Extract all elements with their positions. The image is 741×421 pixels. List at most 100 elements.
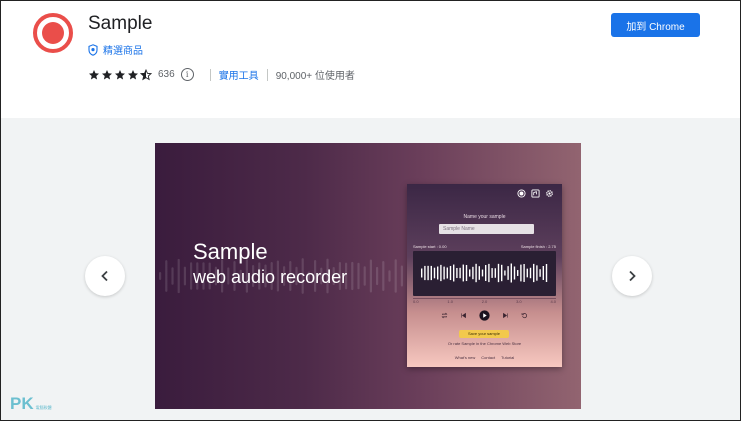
slide-subtitle: web audio recorder	[193, 267, 348, 287]
star-rating	[88, 68, 152, 81]
waveform-bar	[363, 266, 366, 286]
waveform-bar	[542, 266, 544, 280]
watermark-logo: PK 電腦軟體	[10, 395, 52, 412]
waveform-bar	[478, 266, 480, 280]
featured-badge[interactable]: 精選商品	[88, 42, 143, 57]
timeline-ruler: 0.0 1.0 2.0 3.0 4.0	[413, 298, 556, 306]
waveform-bar	[400, 265, 403, 287]
star-icon	[128, 69, 138, 79]
chevron-left-icon	[101, 270, 108, 282]
waveform-graphic	[421, 263, 548, 283]
extension-header: Sample 精選商品 636 i 實用工具 90,000+ 位使用者 加到 C…	[1, 1, 740, 118]
half-star-icon	[140, 68, 152, 80]
waveform-bar	[533, 263, 535, 283]
waveform-bar	[497, 263, 500, 283]
rating-row: 636 i 實用工具 90,000+ 位使用者	[88, 67, 355, 82]
waveform-bar	[357, 262, 360, 290]
featured-label: 精選商品	[103, 46, 143, 57]
waveform-bar	[501, 264, 503, 282]
waveform-bar	[159, 272, 162, 280]
waveform-bar	[545, 263, 548, 283]
watermark-pk: PK	[10, 394, 34, 413]
waveform-bar	[507, 266, 509, 280]
waveform-bar	[526, 268, 528, 278]
waveform-bar	[443, 266, 445, 280]
waveform-bar	[520, 264, 522, 282]
waveform-bar	[481, 269, 484, 277]
waveform-bar	[430, 265, 432, 281]
waveform-bar	[388, 270, 391, 282]
watermark-sub: 電腦軟體	[35, 405, 52, 410]
waveform-bar	[446, 267, 448, 279]
category-link[interactable]: 實用工具	[219, 67, 259, 82]
waveform-bar	[465, 264, 468, 282]
waveform-bar	[183, 266, 186, 286]
extension-title: Sample	[88, 13, 153, 34]
waveform-bar	[440, 264, 442, 282]
waveform-bar	[469, 269, 471, 277]
star-icon	[102, 69, 112, 79]
info-icon[interactable]: i	[180, 68, 194, 81]
waveform-bar	[456, 268, 458, 278]
reset-icon	[521, 313, 527, 318]
waveform-bar	[517, 270, 519, 276]
rating-count[interactable]: 636	[158, 69, 175, 80]
waveform-bar	[382, 261, 385, 291]
waveform-bar	[462, 264, 464, 282]
user-count: 90,000+ 位使用者	[275, 71, 355, 82]
waveform-display	[413, 251, 556, 296]
star-icon	[115, 69, 125, 79]
timeline-tick: 3.0	[516, 299, 522, 304]
popup-footer: What's new Contact Tutorial	[407, 355, 562, 360]
waveform-bar	[376, 266, 379, 286]
waveform-bar	[177, 258, 180, 294]
sample-name-input: Sample Name	[439, 224, 534, 234]
waveform-bar	[529, 267, 532, 279]
gallery-next-button[interactable]	[612, 256, 652, 296]
waveform-bar	[171, 267, 174, 285]
waveform-bar	[453, 264, 455, 282]
waveform-bar	[475, 263, 477, 283]
extension-popup-preview: Name your sample Sample Name Sample star…	[407, 184, 562, 367]
gallery-prev-button[interactable]	[85, 256, 125, 296]
gallery-slide: Sample web audio recorder Name your samp…	[155, 143, 581, 409]
footer-link: Tutorial	[501, 355, 515, 360]
waveform-bar	[394, 259, 397, 293]
timeline-tick: 4.0	[550, 299, 556, 304]
screenshot-gallery: Sample web audio recorder Name your samp…	[1, 118, 740, 420]
waveform-bar	[536, 265, 538, 281]
waveform-bar	[539, 269, 541, 277]
library-icon	[531, 189, 540, 198]
waveform-bar	[369, 259, 372, 293]
waveform-bar	[351, 261, 354, 291]
gear-icon	[546, 190, 553, 197]
popup-toolbar	[517, 189, 554, 198]
timeline-tick: 0.0	[413, 299, 419, 304]
waveform-bar	[190, 262, 193, 290]
record-logo-icon	[33, 13, 73, 53]
footer-link: What's new	[454, 355, 476, 360]
playback-controls	[407, 310, 562, 321]
waveform-bar	[433, 267, 436, 279]
waveform-bar	[504, 270, 506, 276]
divider	[209, 68, 211, 81]
chevron-right-icon	[629, 270, 636, 282]
waveform-bar	[491, 268, 493, 278]
timeline-tick: 1.0	[447, 299, 453, 304]
skip-back-icon	[461, 312, 466, 319]
timeline-tick: 2.0	[481, 299, 488, 304]
featured-badge-icon	[88, 43, 98, 56]
waveform-bar	[437, 266, 439, 280]
slide-title: Sample	[193, 239, 268, 264]
rate-prompt: Or rate Sample in the Chrome Web Store	[447, 341, 522, 346]
skip-forward-icon	[503, 312, 508, 319]
waveform-bar	[488, 263, 490, 283]
waveform-bar	[449, 265, 452, 281]
sample-start-readout: Sample start : 0.00	[413, 244, 447, 249]
waveform-bar	[421, 268, 423, 278]
loop-icon	[441, 312, 448, 319]
add-to-chrome-button[interactable]: 加到 Chrome	[611, 13, 700, 37]
sample-finish-readout: Sample finish : 2.75	[520, 244, 556, 249]
record-icon	[517, 189, 526, 198]
divider	[266, 68, 268, 81]
